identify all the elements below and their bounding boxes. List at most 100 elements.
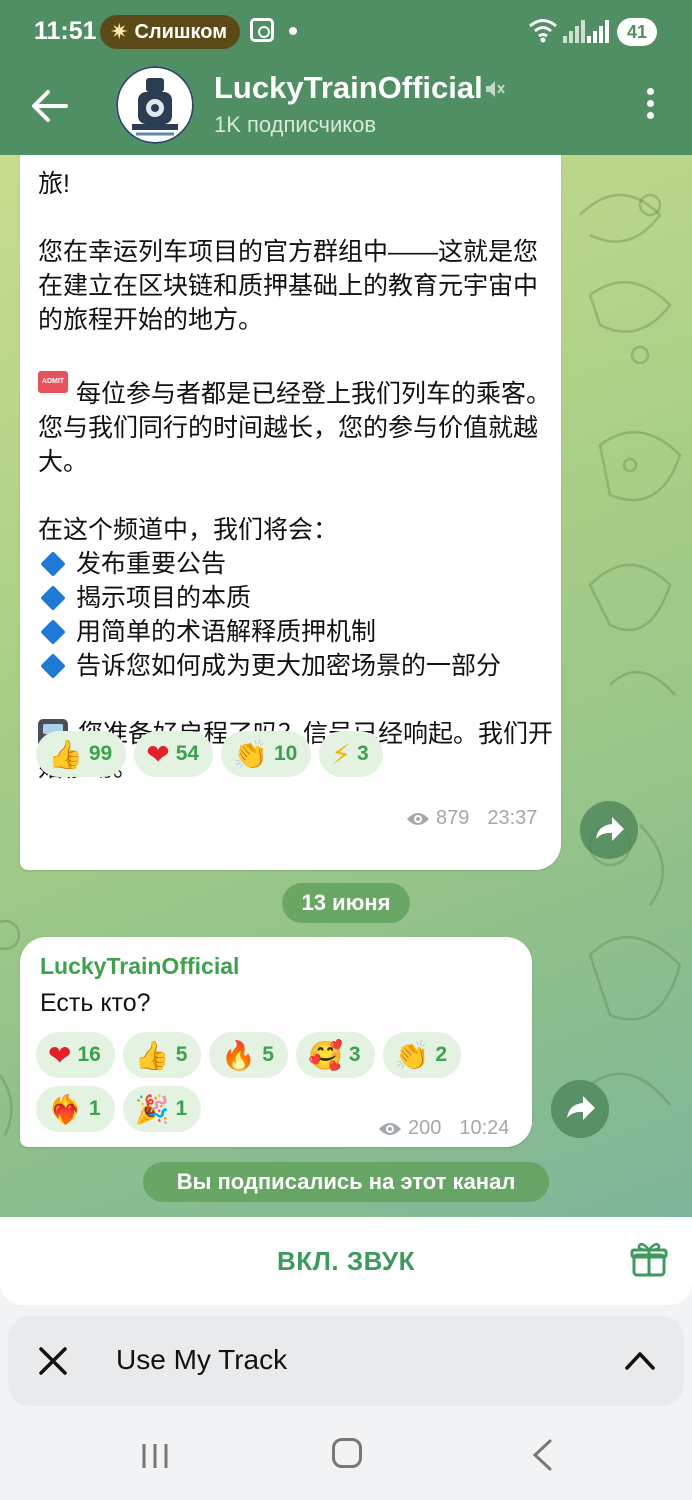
heart-icon: ❤ <box>146 737 170 771</box>
channel-title[interactable]: LuckyTrainOfficial <box>214 70 483 106</box>
system-navigation-bar <box>0 1410 692 1500</box>
party-popper-icon: 🎉 <box>134 1092 170 1126</box>
clapping-hands-icon: 👏 <box>233 737 268 771</box>
back-arrow-icon[interactable] <box>30 88 70 124</box>
message-text: 旅! 您在幸运列车项目的官方群组中——这就是您在建立在区块链和质押基础上的教育元… <box>38 167 558 785</box>
train-logo-icon <box>116 66 194 144</box>
fire-icon: 🔥 <box>221 1038 257 1072</box>
forward-arrow-icon <box>567 1096 595 1120</box>
date-label: 13 июня <box>301 890 391 915</box>
ticket-emoji-icon: ADMIT ONE <box>38 371 68 407</box>
notification-pill[interactable]: ✷ Слишком <box>100 15 240 49</box>
bullet-item: 发布重要公告 <box>76 550 227 578</box>
blue-diamond-icon <box>40 619 66 645</box>
notification-pill-label: Слишком <box>134 20 228 43</box>
heart-on-fire-icon: ❤‍🔥 <box>48 1092 83 1126</box>
reaction-lightning[interactable]: ⚡ 3 <box>319 731 383 777</box>
lightning-icon: ⚡ <box>331 737 351 771</box>
message-bubble[interactable]: 旅! 您在幸运列车项目的官方群组中——这就是您在建立在区块链和质押基础上的教育元… <box>20 155 561 870</box>
reaction-count: 5 <box>175 1043 188 1066</box>
gift-icon[interactable] <box>630 1241 668 1279</box>
unmute-button[interactable]: ВКЛ. ЗВУК <box>0 1217 692 1305</box>
reaction-count: 3 <box>348 1043 361 1066</box>
more-vert-icon[interactable] <box>640 88 660 124</box>
background-pattern <box>579 193 672 365</box>
more-notifications-dot-icon <box>289 27 297 35</box>
bullet-item: 揭示项目的本质 <box>76 584 252 612</box>
views-eye-icon <box>407 812 429 825</box>
media-title: Use My Track <box>116 1344 288 1375</box>
chat-header: LuckyTrainOfficial 1K подписчиков <box>0 60 692 155</box>
heart-icon: ❤ <box>48 1038 72 1072</box>
reaction-count: 3 <box>356 742 369 765</box>
channel-avatar[interactable] <box>116 66 194 144</box>
reaction-heart[interactable]: ❤ 16 <box>36 1032 115 1078</box>
background-pattern <box>588 430 682 696</box>
back-nav-icon[interactable] <box>530 1438 554 1472</box>
thumbs-up-icon: 👍 <box>134 1038 170 1072</box>
thumbs-up-icon: 👍 <box>48 737 83 771</box>
recents-icon[interactable] <box>140 1442 170 1470</box>
smiling-face-hearts-icon: 🥰 <box>307 1038 343 1072</box>
home-icon[interactable] <box>332 1438 362 1468</box>
bullet-item: 用简单的术语解释质押机制 <box>76 618 377 646</box>
message-meta: 200 10:24 <box>378 1117 509 1140</box>
reaction-heart[interactable]: ❤ 54 <box>134 731 214 777</box>
reaction-count: 99 <box>88 742 113 765</box>
reaction-count: 1 <box>88 1097 101 1120</box>
media-notification-bar[interactable]: Use My Track <box>8 1316 684 1406</box>
reaction-thumbs-up[interactable]: 👍 5 <box>122 1032 202 1078</box>
message-paragraph: 每位参与者都是已经登上我们列车的乘客。您与我们同行的时间越长，您的参与价值就越大… <box>38 380 552 476</box>
reaction-count: 16 <box>77 1043 101 1066</box>
view-count: 879 <box>436 807 470 829</box>
reaction-party-popper[interactable]: 🎉 1 <box>122 1086 202 1132</box>
reaction-count: 1 <box>175 1097 188 1120</box>
muted-speaker-icon <box>486 81 505 97</box>
reaction-heart-on-fire[interactable]: ❤‍🔥 1 <box>36 1086 115 1132</box>
system-message-text: Вы подписались на этот канал <box>176 1169 516 1194</box>
wifi-icon <box>529 19 557 43</box>
date-separator: 13 июня <box>282 883 410 923</box>
close-icon[interactable] <box>38 1346 68 1376</box>
clapping-hands-icon: 👏 <box>394 1038 430 1072</box>
forward-button[interactable] <box>551 1080 609 1138</box>
message-text: Есть кто? <box>40 989 151 1017</box>
blue-diamond-icon <box>40 585 66 611</box>
reaction-clap[interactable]: 👏 10 <box>221 731 312 777</box>
reaction-count: 10 <box>273 742 298 765</box>
reaction-count: 2 <box>435 1043 448 1066</box>
status-time: 11:51 <box>34 17 97 45</box>
reaction-count: 5 <box>262 1043 274 1066</box>
screen-record-icon <box>250 18 274 42</box>
reactions-row: 👍 99 ❤ 54 👏 10 ⚡ 3 <box>36 731 383 777</box>
chat-area[interactable]: 旅! 您在幸运列车项目的官方群组中——这就是您在建立在区块链和质押基础上的教育元… <box>0 155 692 1217</box>
views-eye-icon <box>379 1122 401 1135</box>
bottom-action-bar: ВКЛ. ЗВУК <box>0 1217 692 1305</box>
blue-diamond-icon <box>40 551 66 577</box>
signal-icon <box>563 20 585 43</box>
reaction-fire[interactable]: 🔥 5 <box>209 1032 288 1078</box>
signal-roaming-icon <box>587 20 609 43</box>
message-time: 10:24 <box>459 1117 510 1139</box>
forward-arrow-icon <box>596 817 624 841</box>
reaction-smiling-hearts[interactable]: 🥰 3 <box>295 1032 375 1078</box>
message-paragraph: 在这个频道中，我们将会： <box>38 516 339 544</box>
subscriber-count: 1K подписчиков <box>214 112 377 137</box>
message-bubble[interactable]: LuckyTrainOfficial Есть кто? ❤ 16 👍 5 🔥 5 🥰… <box>20 937 532 1147</box>
reaction-clap[interactable]: 👏 2 <box>382 1032 462 1078</box>
message-author[interactable]: LuckyTrainOfficial <box>40 953 239 980</box>
battery-indicator: 41 <box>617 18 657 46</box>
reaction-thumbs-up[interactable]: 👍 99 <box>36 731 127 777</box>
chevron-up-icon[interactable] <box>624 1348 656 1374</box>
message-meta: 879 23:37 <box>406 807 537 830</box>
message-paragraph: 旅! 您在幸运列车项目的官方群组中——这就是您在建立在区块链和质押基础上的教育元… <box>38 170 539 334</box>
reaction-count: 54 <box>175 742 200 765</box>
message-time: 23:37 <box>487 807 538 829</box>
blue-diamond-icon <box>40 653 66 679</box>
forward-button[interactable] <box>580 801 638 859</box>
status-bar: 11:51 ✷ Слишком 41 <box>0 0 692 60</box>
system-message: Вы подписались на этот канал <box>143 1162 549 1202</box>
bullet-item: 告诉您如何成为更大加密场景的一部分 <box>76 652 502 680</box>
unmute-button-label: ВКЛ. ЗВУК <box>277 1245 415 1276</box>
view-count: 200 <box>408 1117 442 1139</box>
